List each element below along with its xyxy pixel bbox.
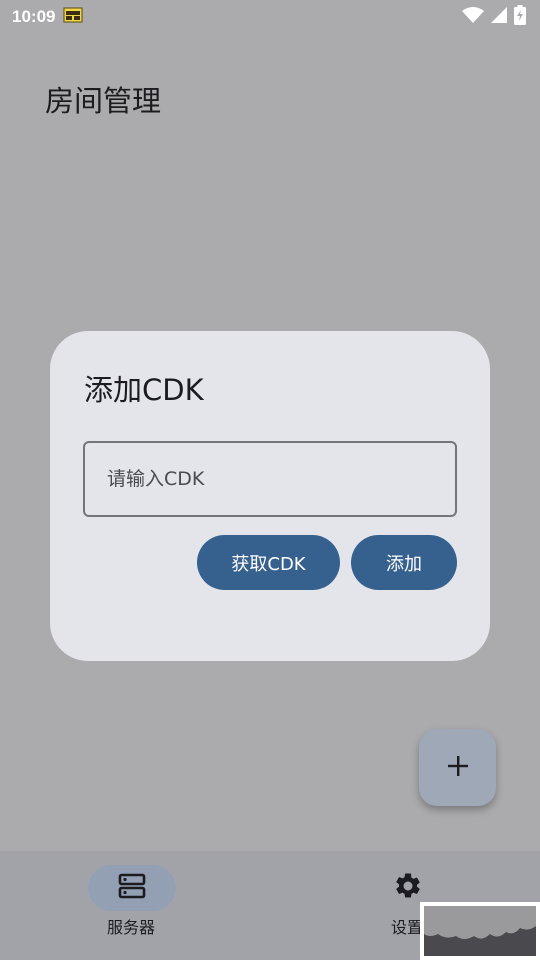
nav-item-servers[interactable]: 服务器: [51, 851, 211, 960]
status-bar: 10:09: [0, 0, 540, 34]
preview-thumbnail-graphic: [424, 906, 536, 956]
add-fab[interactable]: [419, 729, 496, 806]
sim-card-icon: [63, 6, 83, 28]
plus-icon: [446, 754, 470, 782]
add-cdk-dialog: 添加CDK 获取CDK 添加: [50, 331, 490, 661]
status-right: [462, 5, 526, 29]
page-title: 房间管理: [45, 84, 162, 118]
nav-label-servers: 服务器: [106, 918, 155, 937]
dialog-title: 添加CDK: [84, 373, 204, 407]
server-icon: [118, 872, 146, 904]
status-left: 10:09: [12, 6, 83, 28]
preview-thumbnail: [420, 902, 540, 960]
signal-icon: [490, 6, 508, 28]
nav-indicator: [88, 865, 176, 911]
add-button[interactable]: 添加: [351, 535, 457, 590]
battery-charging-icon: [514, 5, 526, 29]
wifi-icon: [462, 6, 484, 28]
get-cdk-button[interactable]: 获取CDK: [197, 535, 340, 590]
status-time: 10:09: [12, 7, 56, 26]
gear-icon: [393, 871, 423, 905]
cdk-input[interactable]: [83, 441, 457, 517]
